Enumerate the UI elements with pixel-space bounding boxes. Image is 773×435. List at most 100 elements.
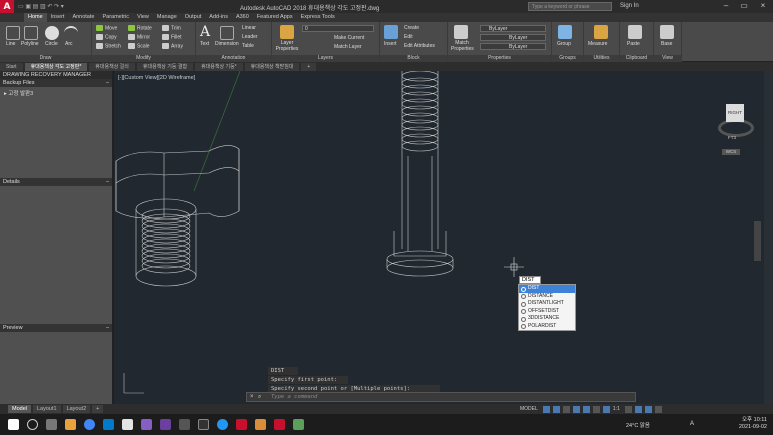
make-current-button[interactable]: Make Current <box>334 35 364 41</box>
autocomplete-item[interactable]: POLARDIST <box>519 323 575 331</box>
view-panel-title[interactable]: View <box>654 55 681 62</box>
backup-files-header[interactable]: Backup Files – <box>0 79 112 87</box>
autocomplete-item[interactable]: OFFSETDIST <box>519 308 575 316</box>
autocomplete-item[interactable]: DIST <box>519 285 575 293</box>
linetype-dropdown[interactable]: ByLayer <box>480 34 546 41</box>
terminal-icon[interactable] <box>198 419 209 430</box>
polar-icon[interactable] <box>572 405 580 413</box>
layer-properties-icon[interactable] <box>280 25 294 39</box>
rotate-button[interactable]: Rotate <box>128 25 152 31</box>
leader-button[interactable]: Leader <box>242 34 258 40</box>
layers-panel-title[interactable]: Layers <box>272 55 379 62</box>
backup-file-item[interactable]: ▸ 고정 발판3 <box>4 89 108 97</box>
ime-indicator[interactable]: A <box>690 421 694 427</box>
annotation-scale[interactable]: 1:1 <box>613 406 620 412</box>
match-properties-icon[interactable] <box>454 25 468 39</box>
search-icon[interactable] <box>27 419 38 430</box>
fillet-button[interactable]: Fillet <box>162 34 182 40</box>
add-layout-button[interactable]: + <box>92 405 104 413</box>
linear-button[interactable]: Linear <box>242 25 256 31</box>
close-icon[interactable]: × <box>754 0 772 13</box>
viewcube-face[interactable]: RIGHT <box>726 104 744 122</box>
system-clock[interactable]: 오후 10:11 2021-09-02 <box>739 417 767 431</box>
array-button[interactable]: Array <box>162 43 183 49</box>
weather-widget[interactable]: 24°C 맑음 <box>626 421 650 429</box>
autocomplete-item[interactable]: DISTANTLIGHT <box>519 300 575 308</box>
tab-featured-apps[interactable]: Featured Apps <box>253 13 297 22</box>
command-search-icon[interactable]: ⌕ <box>258 394 261 401</box>
autocad-logo-icon[interactable]: A <box>0 0 14 13</box>
circle-icon[interactable] <box>45 26 59 40</box>
minimize-icon[interactable]: – <box>717 0 735 13</box>
text-icon[interactable]: A <box>200 25 214 39</box>
tab-manage[interactable]: Manage <box>153 13 181 22</box>
draw-panel-title[interactable]: Draw <box>0 55 91 62</box>
annotation-panel-title[interactable]: Annotation <box>196 55 271 62</box>
measure-icon[interactable] <box>594 25 608 39</box>
insert-icon[interactable] <box>384 25 398 39</box>
paste-icon[interactable] <box>628 25 642 39</box>
snap-icon[interactable] <box>552 405 560 413</box>
dimension-icon[interactable] <box>220 26 234 40</box>
line-button[interactable]: Line <box>6 41 15 47</box>
collapse-icon[interactable]: – <box>106 324 109 332</box>
file-tab-start[interactable]: Start <box>0 62 23 71</box>
viewcube[interactable]: RIGHT FT3 WCS <box>710 99 758 155</box>
create-button[interactable]: Create <box>404 25 419 31</box>
groups-panel-title[interactable]: Groups <box>552 55 583 62</box>
quick-access-toolbar[interactable]: ▭ ▣ ▤ ▥ ↶ ↷ ▾ <box>18 3 64 10</box>
vscode-icon[interactable] <box>103 419 114 430</box>
layer-properties-button[interactable]: Layer Properties <box>275 40 299 52</box>
tab-view[interactable]: View <box>133 13 153 22</box>
new-tab-button[interactable]: + <box>301 62 317 71</box>
lineweight-dropdown[interactable]: ByLayer <box>480 43 546 50</box>
hardware-acceleration-icon[interactable] <box>644 405 652 413</box>
tab-home[interactable]: Home <box>24 13 47 22</box>
dynamic-input-field[interactable]: DIST <box>519 276 541 284</box>
grid-icon[interactable] <box>542 405 550 413</box>
measure-button[interactable]: Measure <box>588 41 607 47</box>
close-command-icon[interactable]: × <box>250 394 254 400</box>
chrome-icon[interactable] <box>84 419 95 430</box>
sign-in-button[interactable]: Sign In <box>620 3 639 9</box>
preview-header[interactable]: Preview – <box>0 324 112 332</box>
workspace-icon[interactable] <box>624 405 632 413</box>
messenger-icon[interactable] <box>217 419 228 430</box>
match-layer-button[interactable]: Match Layer <box>334 44 362 50</box>
edit-button[interactable]: Edit <box>404 34 413 40</box>
circle-button[interactable]: Circle <box>45 41 58 47</box>
rider-icon[interactable] <box>160 419 171 430</box>
isolate-icon[interactable] <box>634 405 642 413</box>
file-tab[interactable]: 휴대용책상 기둥 결합 <box>136 62 194 71</box>
file-tab[interactable]: 휴대용책상 걸쇠 <box>89 62 135 71</box>
tab-annotate[interactable]: Annotate <box>68 13 98 22</box>
tab-model[interactable]: Model <box>8 405 31 413</box>
arc-icon[interactable] <box>64 26 78 40</box>
block-panel-title[interactable]: Block <box>380 55 447 62</box>
arc-button[interactable]: Arc <box>65 41 73 47</box>
copy-button[interactable]: Copy <box>96 34 117 40</box>
ortho-icon[interactable] <box>562 405 570 413</box>
autocad-icon[interactable] <box>236 419 247 430</box>
file-explorer-icon[interactable] <box>65 419 76 430</box>
autocomplete-item[interactable]: 3DDISTANCE <box>519 315 575 323</box>
autocad-icon[interactable] <box>274 419 285 430</box>
file-tab[interactable]: 휴대용책상 기둥* <box>195 62 243 71</box>
autocomplete-item[interactable]: DISTANCE <box>519 293 575 301</box>
clipboard-panel-title[interactable]: Clipboard <box>620 55 653 62</box>
collapse-icon[interactable]: – <box>106 178 109 186</box>
wcs-menu[interactable]: WCS <box>722 149 740 155</box>
file-tab[interactable]: 휴대용책상 각도 고정판* <box>24 62 88 71</box>
utilities-panel-title[interactable]: Utilities <box>584 55 619 62</box>
tab-express-tools[interactable]: Express Tools <box>297 13 339 22</box>
maximize-icon[interactable]: ▭ <box>735 0 753 13</box>
tab-add-ins[interactable]: Add-ins <box>205 13 232 22</box>
table-button[interactable]: Table <box>242 43 254 49</box>
modify-panel-title[interactable]: Modify <box>92 55 195 62</box>
scale-button[interactable]: Scale <box>128 43 150 49</box>
trim-button[interactable]: Trim <box>162 25 181 31</box>
group-button[interactable]: Group <box>557 41 571 47</box>
file-tab[interactable]: 휴대용책상 책받침대 <box>244 62 300 71</box>
windows-start-icon[interactable] <box>8 419 19 430</box>
base-icon[interactable] <box>660 25 674 39</box>
